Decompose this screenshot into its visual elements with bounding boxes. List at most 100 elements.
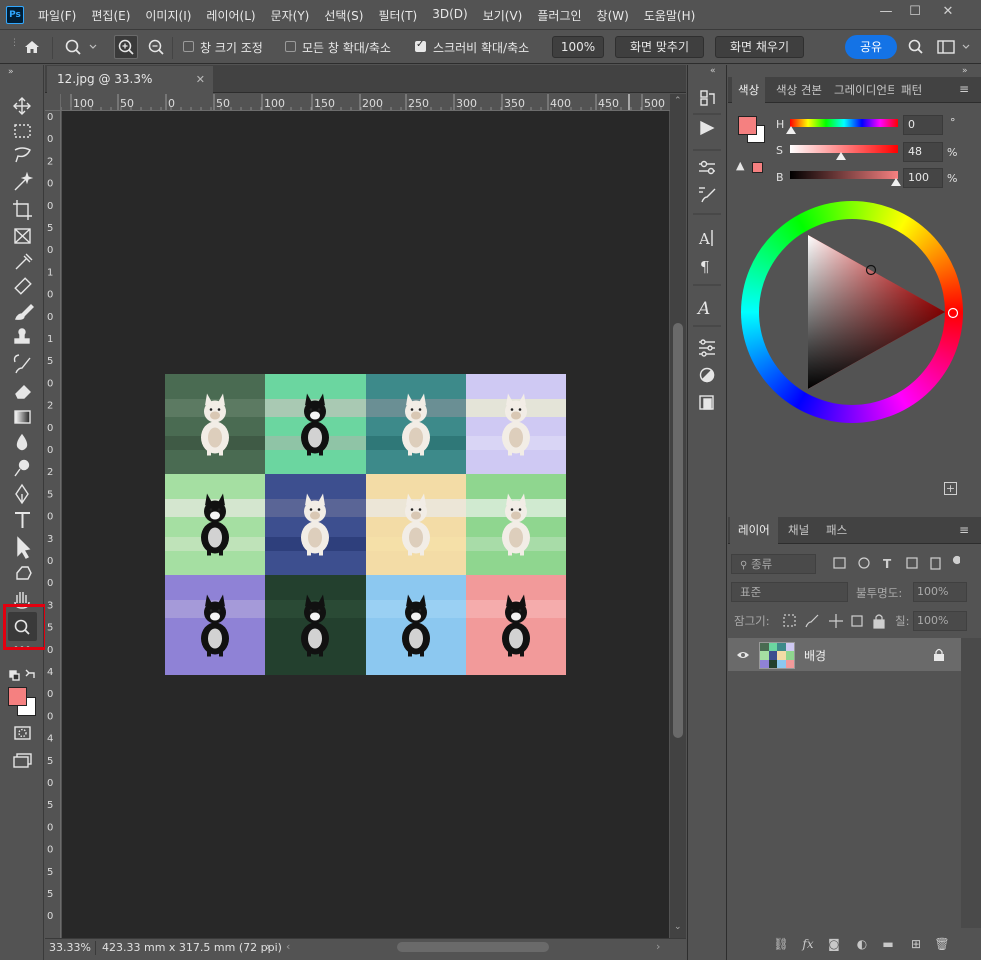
document-size: 423.33 mm x 317.5 mm (72 ppi): [102, 941, 282, 954]
hue-slider[interactable]: [790, 119, 898, 127]
foreground-color-swatch[interactable]: [8, 687, 27, 706]
color-panel-fg-swatch[interactable]: [738, 116, 757, 135]
saturation-slider-handle[interactable]: [836, 152, 846, 160]
menu-item[interactable]: 파일(F): [38, 7, 76, 24]
filter-toggle-icon: [952, 555, 960, 565]
new-layer-icon[interactable]: ⊞: [908, 936, 924, 952]
layer-filter-label: 종류: [750, 557, 773, 571]
ruler-label: 0: [47, 445, 53, 456]
color-wheel[interactable]: [738, 198, 966, 426]
tab-gradients[interactable]: 그레이디언트: [828, 77, 894, 103]
zoom-tool-preset-icon[interactable]: [63, 37, 99, 57]
out-of-gamut-warning-icon[interactable]: ▲: [736, 159, 744, 172]
tab-paths[interactable]: 패스: [818, 517, 855, 544]
collapse-panel-icon[interactable]: »: [962, 66, 968, 76]
layer-filter-dropdown[interactable]: ⚲ 종류: [731, 554, 816, 574]
layer-style-icon[interactable]: fx: [800, 936, 816, 952]
ruler-label: 200: [362, 97, 383, 110]
add-mask-icon[interactable]: ◙: [826, 936, 842, 952]
layer-thumbnail[interactable]: [759, 642, 795, 669]
brightness-slider-handle[interactable]: [891, 178, 901, 186]
add-icon[interactable]: +: [944, 482, 957, 495]
hue-input[interactable]: 0: [903, 115, 943, 135]
home-icon[interactable]: [22, 38, 42, 56]
new-group-icon[interactable]: ▬: [880, 936, 896, 952]
blend-mode-dropdown[interactable]: 표준: [731, 582, 848, 602]
layer-name[interactable]: 배경: [804, 647, 826, 664]
horizontal-scroll-thumb[interactable]: [397, 942, 549, 952]
ruler-label: 0: [47, 378, 53, 389]
thumbnail-tile: [768, 651, 777, 660]
zoom-in-icon[interactable]: [114, 35, 138, 59]
zoom-all-windows-checkbox[interactable]: [285, 41, 296, 52]
panel-menu-icon[interactable]: ≡: [959, 82, 969, 96]
layer-lock-icon[interactable]: [933, 648, 945, 661]
maximize-button[interactable]: ☐: [903, 3, 927, 21]
lock-position-icon: [829, 614, 843, 628]
scroll-up-icon[interactable]: ⌃: [674, 96, 682, 106]
collapse-toolbar-icon[interactable]: »: [8, 67, 14, 77]
opacity-input[interactable]: 100%: [913, 582, 967, 602]
zoom-out-icon[interactable]: [145, 36, 167, 58]
scroll-right-icon[interactable]: ›: [656, 940, 660, 953]
crop-tool-icon: [13, 200, 32, 220]
image-tile: [265, 374, 366, 475]
brightness-input[interactable]: 100: [903, 168, 943, 188]
menu-item[interactable]: 레이어(L): [206, 7, 255, 24]
menu-item[interactable]: 도움말(H): [644, 7, 696, 24]
status-menu-icon[interactable]: ›: [266, 940, 270, 953]
new-adjustment-layer-icon[interactable]: ◐: [854, 936, 870, 952]
delete-layer-icon[interactable]: 🗑: [934, 936, 950, 952]
minimize-button[interactable]: —: [874, 3, 898, 21]
fill-screen-button[interactable]: 화면 채우기: [715, 36, 804, 58]
tab-swatches[interactable]: 색상 견본: [770, 77, 828, 103]
close-button[interactable]: ✕: [936, 3, 960, 21]
menu-item[interactable]: 이미지(I): [145, 7, 191, 24]
scroll-left-icon[interactable]: ‹: [286, 940, 290, 953]
menu-item[interactable]: 플러그인: [537, 7, 581, 24]
ruler-label: 0: [47, 578, 53, 589]
tab-color[interactable]: 색상: [732, 77, 766, 103]
expand-dock-icon[interactable]: «: [710, 66, 716, 76]
layers-scrollbar[interactable]: [961, 638, 981, 928]
menu-item[interactable]: 3D(D): [432, 7, 467, 24]
pixel-layer-filter-icon: [833, 557, 846, 569]
menu-item[interactable]: 선택(S): [324, 7, 363, 24]
menu-item[interactable]: 필터(T): [378, 7, 417, 24]
visibility-eye-icon[interactable]: [736, 648, 750, 662]
fill-label: 칠:: [895, 614, 910, 628]
link-layers-icon[interactable]: ⛓: [773, 936, 789, 952]
brightness-slider[interactable]: [790, 171, 898, 179]
ruler-label: 0: [47, 290, 53, 301]
gamut-color-swatch[interactable]: [752, 162, 763, 173]
search-icon[interactable]: [906, 37, 926, 57]
vertical-scroll-thumb[interactable]: [673, 323, 683, 738]
ruler-label: 3: [47, 534, 53, 545]
zoom-level[interactable]: 33.33%: [49, 941, 91, 954]
menu-item[interactable]: 창(W): [597, 7, 629, 24]
tab-patterns[interactable]: 패턴: [895, 77, 928, 103]
menu-item[interactable]: 문자(Y): [271, 7, 310, 24]
hue-slider-handle[interactable]: [786, 126, 796, 134]
resize-windows-checkbox[interactable]: [183, 41, 194, 52]
scroll-down-icon[interactable]: ⌄: [674, 922, 682, 932]
document-tab[interactable]: 12.jpg @ 33.3% (RGB/8#) ✕: [47, 66, 213, 113]
document-image[interactable]: [165, 374, 566, 675]
lasso-tool-icon: [14, 147, 31, 163]
tab-channels[interactable]: 채널: [780, 517, 817, 544]
menu-item[interactable]: 보기(V): [483, 7, 523, 24]
saturation-input[interactable]: 48: [903, 142, 943, 162]
workspace-switcher-icon[interactable]: [935, 38, 975, 56]
menu-item[interactable]: 편집(E): [91, 7, 130, 24]
eraser-tool-icon: [15, 385, 31, 399]
panel-menu-icon[interactable]: ≡: [959, 523, 969, 537]
share-button[interactable]: 공유: [845, 35, 897, 59]
close-tab-icon[interactable]: ✕: [196, 66, 205, 93]
fill-input[interactable]: 100%: [913, 611, 967, 631]
glyphs-icon: A: [696, 299, 710, 319]
fit-screen-button[interactable]: 화면 맞추기: [615, 36, 704, 58]
zoom-100-button[interactable]: 100%: [552, 36, 604, 58]
ruler-label: 0: [47, 245, 53, 256]
tab-layers[interactable]: 레이어: [730, 517, 778, 544]
scrubby-zoom-checkbox[interactable]: [415, 39, 426, 52]
